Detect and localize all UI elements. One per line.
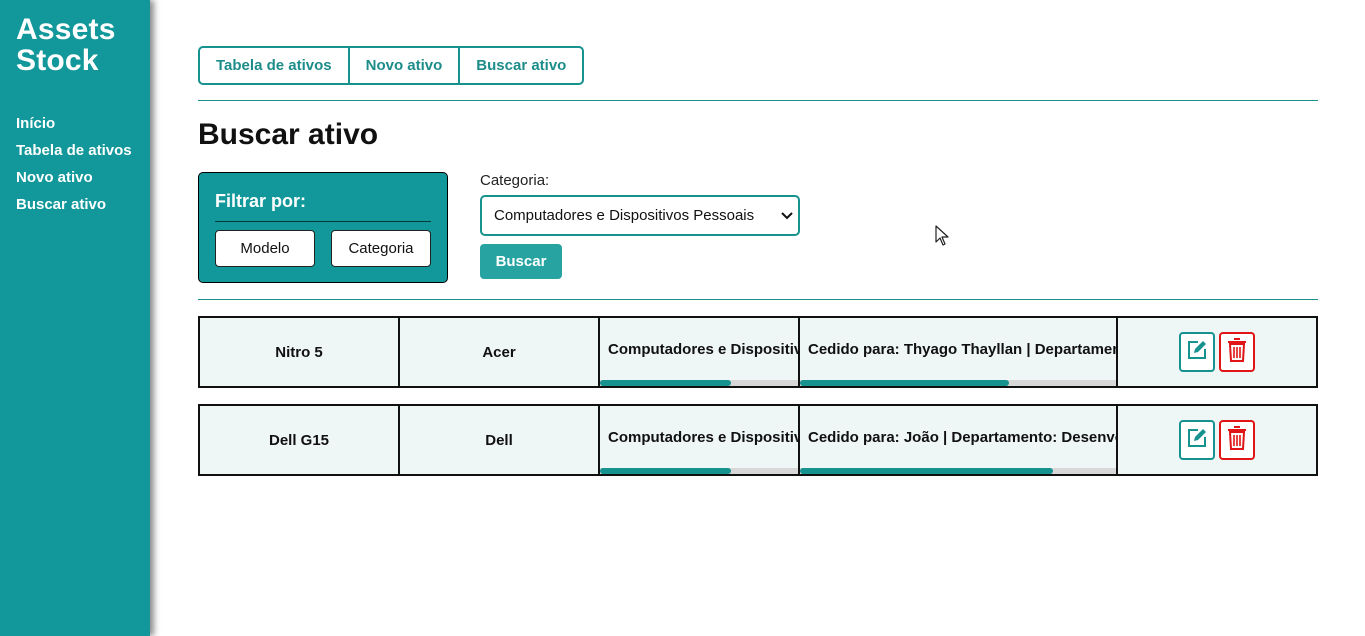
filter-buttons: Modelo Categoria <box>215 230 431 267</box>
scrollbar-thumb[interactable] <box>600 380 731 386</box>
asset-brand: Acer <box>400 318 600 386</box>
delete-button[interactable] <box>1219 420 1255 460</box>
edit-icon <box>1185 338 1209 367</box>
trash-icon <box>1226 337 1248 368</box>
asset-category: Computadores e Dispositivos Pessoais <box>608 429 798 446</box>
tab-novo-ativo[interactable]: Novo ativo <box>350 48 461 83</box>
scrollbar-thumb[interactable] <box>800 468 1053 474</box>
row-actions <box>1118 406 1316 474</box>
edit-button[interactable] <box>1179 332 1215 372</box>
table-row: Nitro 5 Acer Computadores e Dispositivos… <box>198 316 1318 388</box>
horizontal-scrollbar[interactable] <box>600 380 798 386</box>
category-select[interactable]: Computadores e Dispositivos Pessoais <box>480 195 800 236</box>
sidebar-item-novo-ativo[interactable]: Novo ativo <box>16 164 150 191</box>
asset-model: Dell G15 <box>200 406 400 474</box>
asset-category-cell[interactable]: Computadores e Dispositivos Pessoais <box>600 318 800 386</box>
filter-modelo-button[interactable]: Modelo <box>215 230 315 267</box>
sidebar-item-inicio[interactable]: Início <box>16 110 150 137</box>
asset-category-cell[interactable]: Computadores e Dispositivos Pessoais <box>600 406 800 474</box>
divider <box>198 299 1318 300</box>
horizontal-scrollbar[interactable] <box>600 468 798 474</box>
scrollbar-thumb[interactable] <box>800 380 1009 386</box>
asset-category: Computadores e Dispositivos Pessoais <box>608 341 798 358</box>
asset-brand: Dell <box>400 406 600 474</box>
asset-model: Nitro 5 <box>200 318 400 386</box>
sidebar-nav: Início Tabela de ativos Novo ativo Busca… <box>16 110 150 218</box>
chevron-down-icon <box>776 211 798 220</box>
page-title: Buscar ativo <box>198 118 379 151</box>
divider <box>198 100 1318 101</box>
table-row: Dell G15 Dell Computadores e Dispositivo… <box>198 404 1318 476</box>
horizontal-scrollbar[interactable] <box>800 380 1116 386</box>
category-selected-value: Computadores e Dispositivos Pessoais <box>494 207 755 224</box>
search-button[interactable]: Buscar <box>480 244 562 279</box>
filter-categoria-button[interactable]: Categoria <box>331 230 431 267</box>
tab-tabela-de-ativos[interactable]: Tabela de ativos <box>200 48 350 83</box>
horizontal-scrollbar[interactable] <box>800 468 1116 474</box>
asset-assignment-cell[interactable]: Cedido para: João | Departamento: Desenv… <box>800 406 1118 474</box>
category-label: Categoria: <box>480 172 550 189</box>
sidebar-item-tabela-de-ativos[interactable]: Tabela de ativos <box>16 137 150 164</box>
asset-assignment: Cedido para: Thyago Thayllan | Departame… <box>808 341 1118 358</box>
top-tab-bar: Tabela de ativos Novo ativo Buscar ativo <box>198 46 585 85</box>
filter-title: Filtrar por: <box>215 191 431 222</box>
asset-assignment-cell[interactable]: Cedido para: Thyago Thayllan | Departame… <box>800 318 1118 386</box>
asset-assignment: Cedido para: João | Departamento: Desenv… <box>808 429 1118 446</box>
mouse-pointer-icon <box>935 225 949 252</box>
filter-panel: Filtrar por: Modelo Categoria <box>198 172 448 283</box>
sidebar-item-buscar-ativo[interactable]: Buscar ativo <box>16 191 150 218</box>
edit-icon <box>1185 426 1209 455</box>
trash-icon <box>1226 425 1248 456</box>
brand-logo-text: Assets Stock <box>16 13 116 77</box>
sidebar: Assets Stock Início Tabela de ativos Nov… <box>0 0 150 636</box>
scrollbar-thumb[interactable] <box>600 468 731 474</box>
tab-buscar-ativo[interactable]: Buscar ativo <box>460 48 582 83</box>
edit-button[interactable] <box>1179 420 1215 460</box>
delete-button[interactable] <box>1219 332 1255 372</box>
row-actions <box>1118 318 1316 386</box>
